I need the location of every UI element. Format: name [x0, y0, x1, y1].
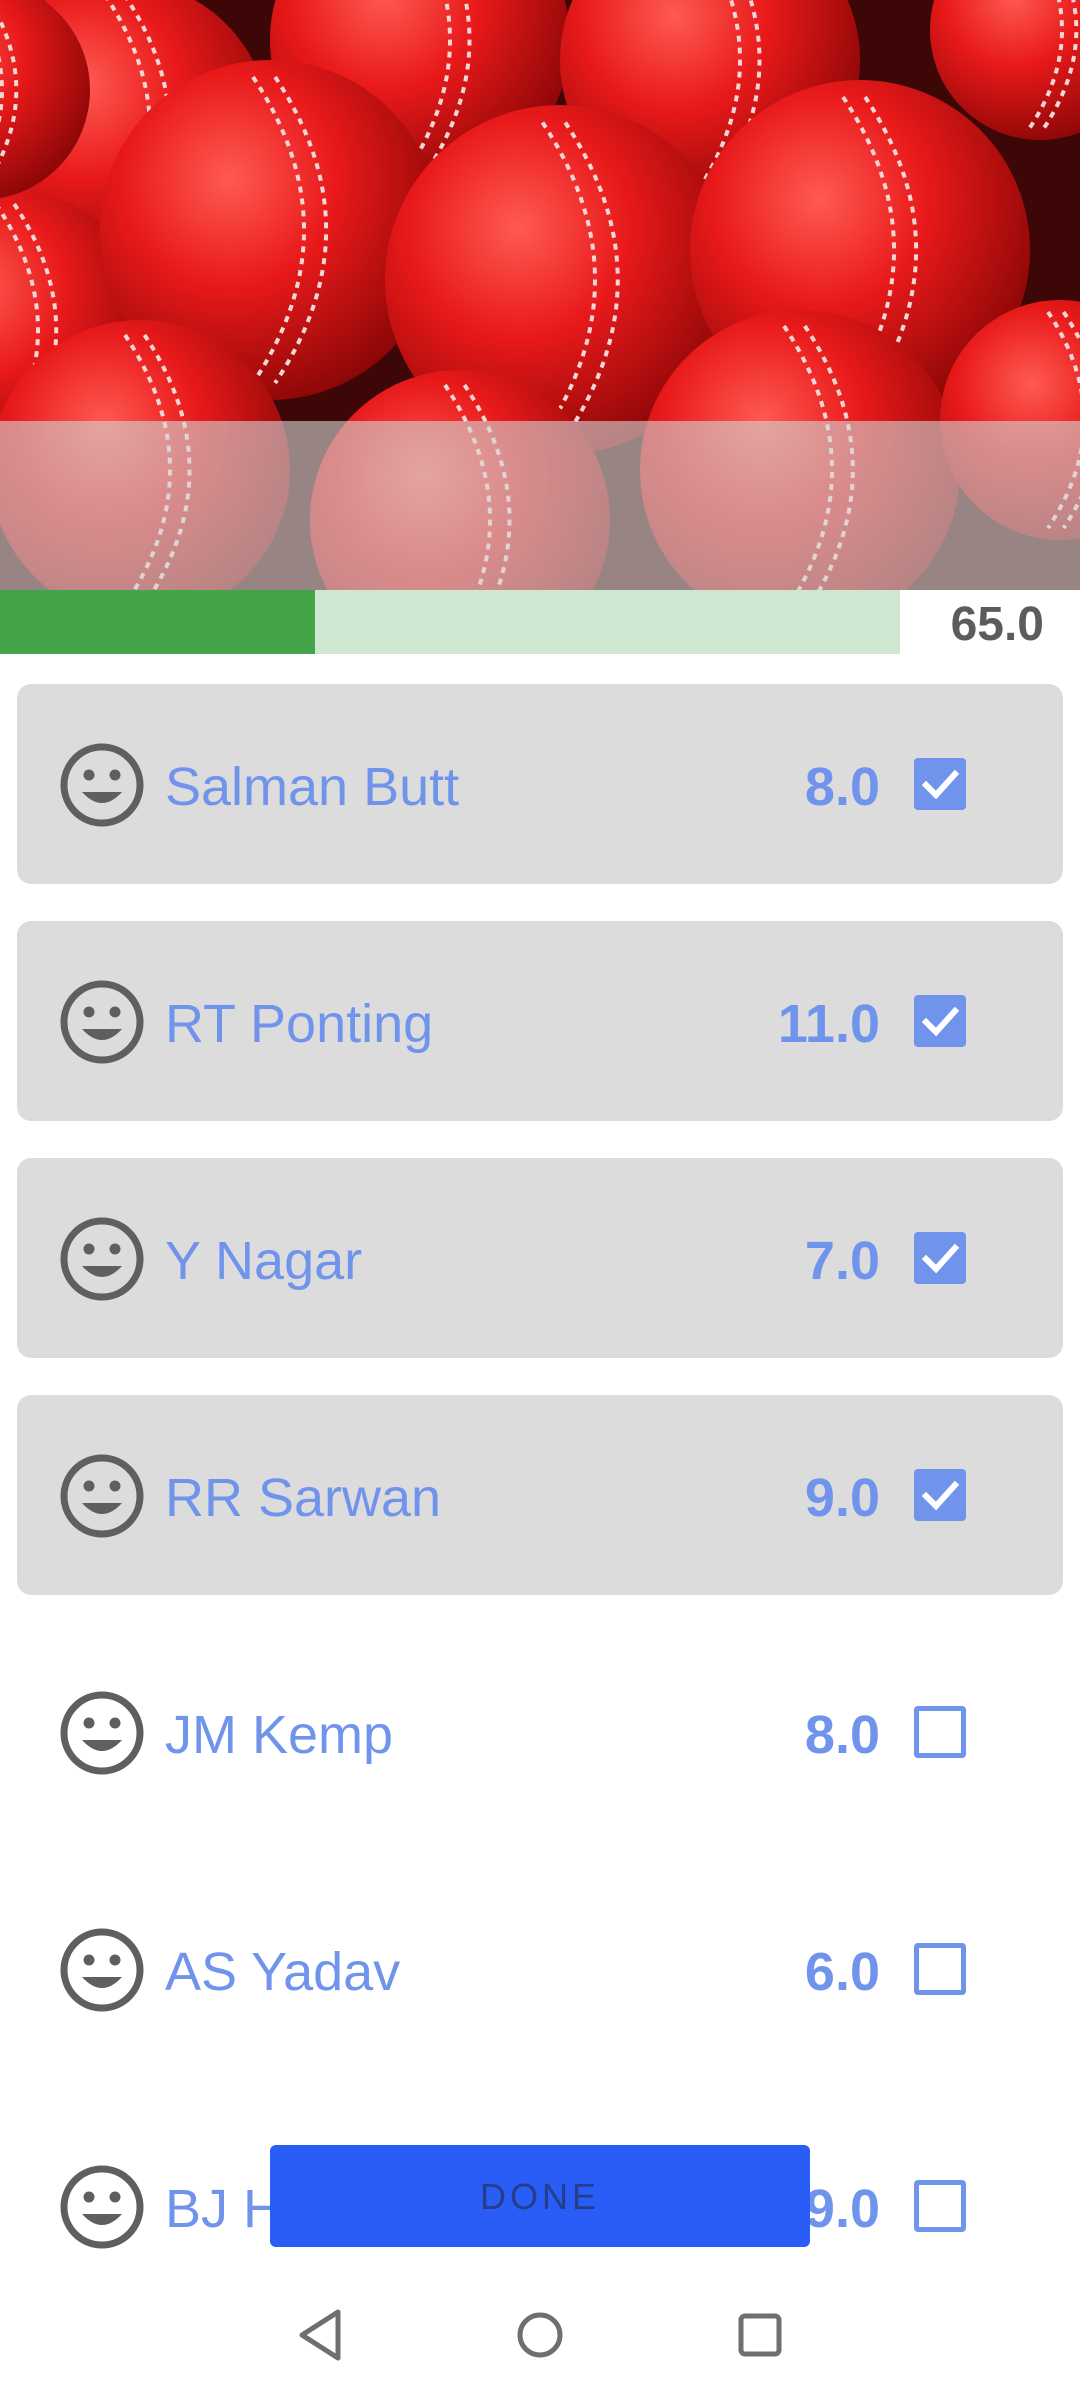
smiley-face-icon [59, 1453, 145, 1539]
player-name: RR Sarwan [165, 1468, 442, 1528]
player-row[interactable]: JM Kemp 8.0 [17, 1632, 1063, 1832]
smiley-face-icon [59, 1216, 145, 1302]
player-name: AS Yadav [165, 1942, 401, 2002]
budget-progress-fill [0, 590, 315, 654]
select-player-checkbox[interactable] [914, 1706, 966, 1758]
smiley-face-icon [59, 1927, 145, 2013]
player-row[interactable]: AS Yadav 6.0 [17, 1869, 1063, 2069]
select-player-checkbox[interactable] [914, 758, 966, 810]
smiley-face-icon [59, 742, 145, 828]
player-row[interactable]: Salman Butt 8.0 [17, 684, 1063, 884]
player-credit: 8.0 [804, 1705, 880, 1765]
player-row[interactable]: RR Sarwan 9.0 [17, 1395, 1063, 1595]
smiley-face-icon [59, 2164, 145, 2250]
player-credit: 9.0 [804, 1468, 880, 1528]
recents-square-icon[interactable] [725, 2300, 795, 2370]
player-credit: 6.0 [804, 1942, 880, 2002]
home-circle-icon[interactable] [505, 2300, 575, 2370]
player-credit: 11.0 [777, 994, 880, 1054]
player-name: JM Kemp [165, 1705, 394, 1765]
player-row[interactable]: Y Nagar 7.0 [17, 1158, 1063, 1358]
budget-value: 65.0 [950, 598, 1044, 651]
select-player-checkbox[interactable] [914, 995, 966, 1047]
budget-progress-track [0, 590, 900, 654]
player-credit: 7.0 [804, 1231, 880, 1291]
player-name: Salman Butt [165, 757, 460, 817]
back-triangle-icon[interactable] [286, 2300, 356, 2370]
select-player-checkbox[interactable] [914, 2180, 966, 2232]
done-button[interactable]: DONE [270, 2145, 810, 2247]
select-player-checkbox[interactable] [914, 1469, 966, 1521]
player-selection-screen: 65.0 Salman Butt 8.0 RT Ponting 11.0 Y Nagar… [0, 0, 1080, 2400]
player-name: Y Nagar [165, 1231, 363, 1291]
player-credit: 8.0 [804, 757, 880, 817]
player-list[interactable]: Salman Butt 8.0 RT Ponting 11.0 Y Nagar 7.0 RR… [0, 684, 1080, 2343]
header-fade-overlay [0, 421, 1080, 590]
smiley-face-icon [59, 1690, 145, 1776]
select-player-checkbox[interactable] [914, 1232, 966, 1284]
system-navigation-bar [0, 2270, 1080, 2400]
smiley-face-icon [59, 979, 145, 1065]
player-name: RT Ponting [165, 994, 434, 1054]
select-player-checkbox[interactable] [914, 1943, 966, 1995]
player-row[interactable]: RT Ponting 11.0 [17, 921, 1063, 1121]
credit-budget-bar: 65.0 [0, 590, 1080, 654]
header-banner [0, 0, 1080, 590]
